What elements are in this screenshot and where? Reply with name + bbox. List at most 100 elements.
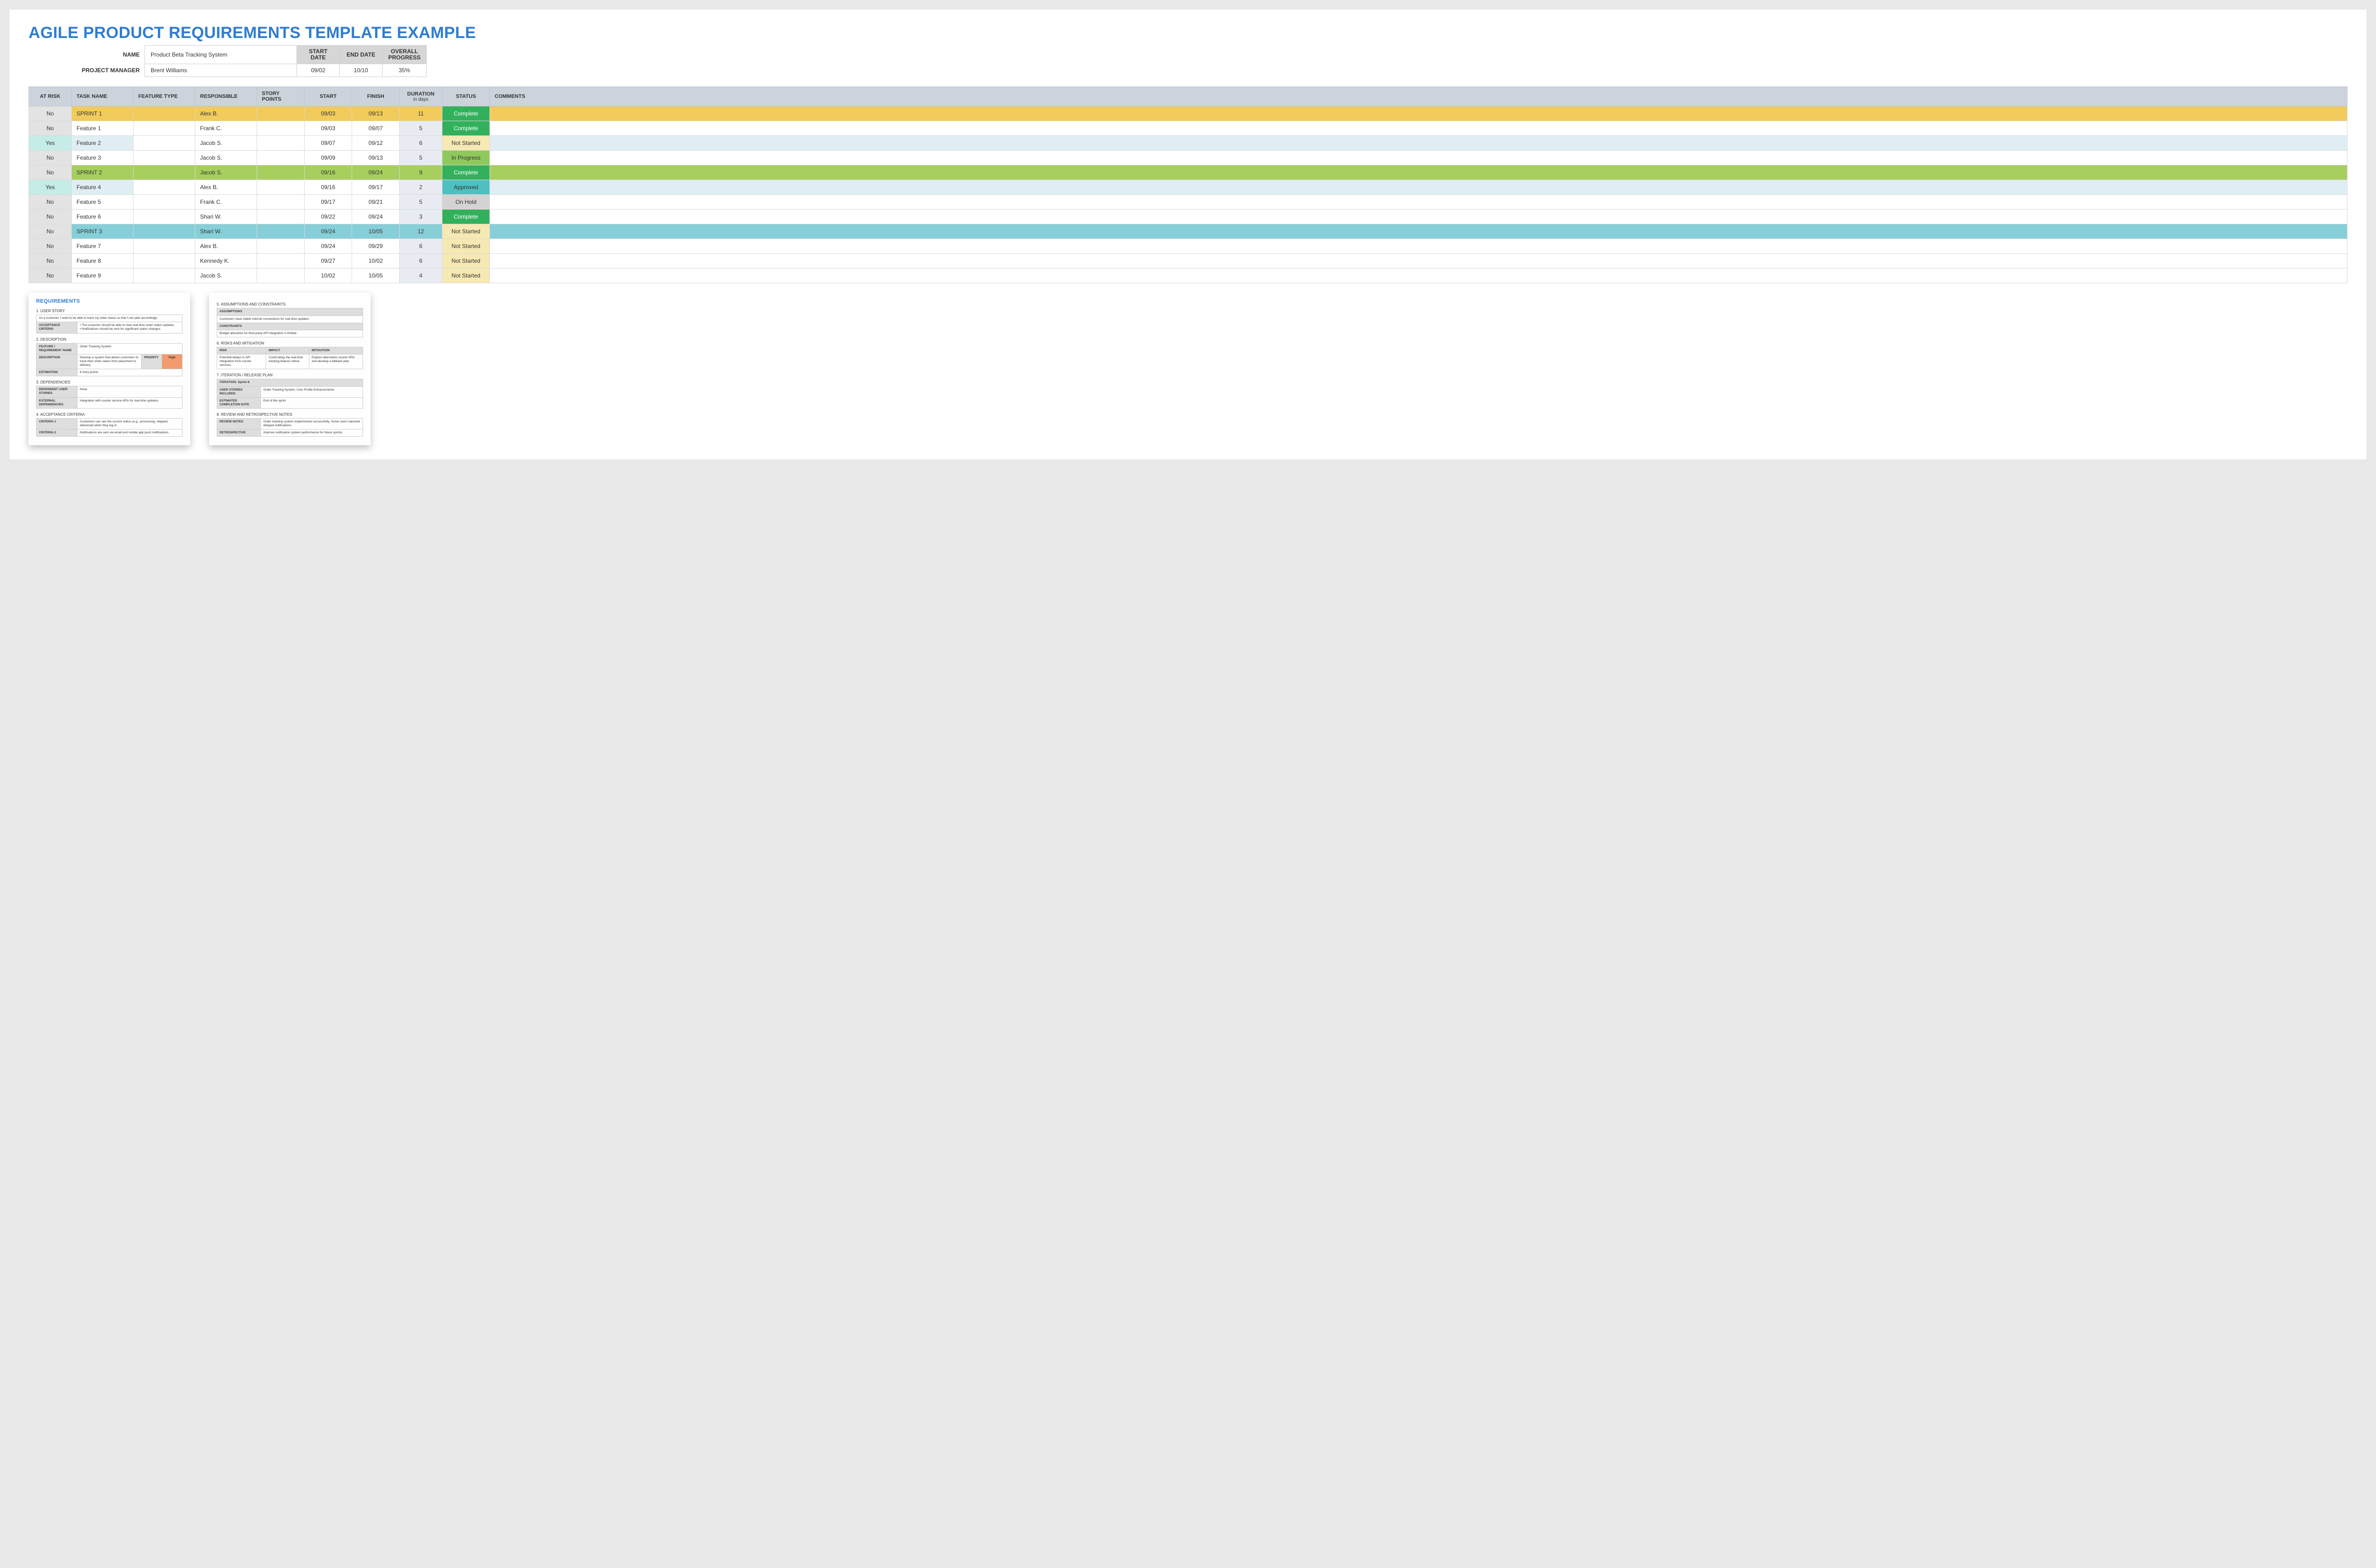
- cell-responsible: Jacob S.: [195, 136, 257, 151]
- cell-finish: 10/05: [352, 224, 400, 239]
- cell-feature: [134, 239, 195, 254]
- table-row: NoFeature 8Kennedy K.09/2710/026Not Star…: [29, 254, 2347, 268]
- cell-feature: [134, 195, 195, 210]
- cell-story: [257, 180, 305, 195]
- cell-start: 09/07: [305, 136, 352, 151]
- cell-responsible: Alex B.: [195, 239, 257, 254]
- assumptions-label: ASSUMPTIONS: [217, 308, 363, 316]
- section-dependencies: 3. DEPENDENCIES: [36, 380, 182, 385]
- col-status: STATUS: [442, 87, 490, 106]
- ext-dep-label: EXTERNAL DEPENDENCIES: [37, 397, 77, 408]
- cell-status: Complete: [442, 121, 490, 136]
- cell-comments: [490, 121, 2347, 136]
- document-page: AGILE PRODUCT REQUIREMENTS TEMPLATE EXAM…: [10, 10, 2366, 459]
- cell-risk: No: [29, 121, 72, 136]
- cell-start: 09/24: [305, 224, 352, 239]
- cell-responsible: Alex B.: [195, 180, 257, 195]
- cell-duration: 6: [400, 239, 442, 254]
- cell-feature: [134, 121, 195, 136]
- mitigation-header: MITIGATION: [309, 347, 363, 354]
- cell-risk: No: [29, 239, 72, 254]
- section-assumptions: 5. ASSUMPTIONS AND CONSTRAINTS: [217, 302, 363, 307]
- requirements-thumbnail: REQUIREMENTS 1. USER STORY As a customer…: [29, 293, 190, 445]
- table-row: NoFeature 9Jacob S.10/0210/054Not Starte…: [29, 268, 2347, 283]
- cell-responsible: Frank C.: [195, 121, 257, 136]
- cell-feature: [134, 254, 195, 268]
- table-header-row: AT RISK TASK NAME FEATURE TYPE RESPONSIB…: [29, 87, 2347, 106]
- cell-start: 09/22: [305, 210, 352, 224]
- review-text: Order tracking system implemented succes…: [261, 419, 363, 430]
- cell-status: Not Started: [442, 254, 490, 268]
- cell-risk: No: [29, 165, 72, 180]
- cell-feature: [134, 165, 195, 180]
- priority-label: PRIORITY: [142, 354, 162, 369]
- constraints-label: CONSTRAINTS: [217, 323, 363, 330]
- cell-story: [257, 268, 305, 283]
- start-date-value: 09/02: [297, 64, 340, 77]
- cell-duration: 5: [400, 151, 442, 165]
- cell-story: [257, 106, 305, 121]
- cell-start: 09/03: [305, 121, 352, 136]
- acceptance-criteria-label: ACCEPTANCE CRITERIA: [37, 322, 77, 333]
- cell-risk: Yes: [29, 180, 72, 195]
- criteria1-text: Customers can see the current status (e.…: [77, 418, 182, 429]
- retro-label: RETROSPECTIVE: [217, 430, 261, 437]
- criteria2-text: Notifications are sent via email and mob…: [77, 430, 182, 437]
- section-user-story: 1. USER STORY: [36, 309, 182, 314]
- cell-status: Not Started: [442, 224, 490, 239]
- cell-status: On Hold: [442, 195, 490, 210]
- cell-duration: 4: [400, 268, 442, 283]
- cell-finish: 09/12: [352, 136, 400, 151]
- cell-finish: 09/13: [352, 151, 400, 165]
- dep-us-text: None: [77, 386, 182, 397]
- dep-us-label: DEPENDENT USER STORIES: [37, 386, 77, 397]
- end-date-value: 10/10: [340, 64, 383, 77]
- cell-responsible: Shari W.: [195, 210, 257, 224]
- review-label: REVIEW NOTES: [217, 419, 261, 430]
- pm-label: PROJECT MANAGER: [76, 64, 145, 77]
- ecd-text: End of the sprint: [261, 397, 363, 408]
- est-label: ESTIMATION: [37, 369, 77, 376]
- cell-start: 09/09: [305, 151, 352, 165]
- col-task-name: TASK NAME: [72, 87, 134, 106]
- cell-duration: 6: [400, 254, 442, 268]
- impact-text: Could delay the real-time tracking featu…: [266, 354, 309, 369]
- cell-duration: 5: [400, 195, 442, 210]
- cell-duration: 12: [400, 224, 442, 239]
- cell-feature: [134, 268, 195, 283]
- cell-finish: 09/24: [352, 210, 400, 224]
- cell-task: Feature 6: [72, 210, 134, 224]
- overall-progress-header: OVERALL PROGRESS: [383, 46, 427, 64]
- cell-risk: No: [29, 268, 72, 283]
- cell-duration: 5: [400, 121, 442, 136]
- cell-comments: [490, 239, 2347, 254]
- cell-task: SPRINT 1: [72, 106, 134, 121]
- table-row: NoFeature 5Frank C.09/1709/215On Hold: [29, 195, 2347, 210]
- cell-task: SPRINT 3: [72, 224, 134, 239]
- cell-task: Feature 7: [72, 239, 134, 254]
- cell-risk: No: [29, 151, 72, 165]
- cell-risk: No: [29, 254, 72, 268]
- tasks-table: AT RISK TASK NAME FEATURE TYPE RESPONSIB…: [29, 86, 2347, 283]
- page-title: AGILE PRODUCT REQUIREMENTS TEMPLATE EXAM…: [29, 24, 2347, 42]
- section-review: 8. REVIEW AND RETROSPECTIVE NOTES: [217, 412, 363, 417]
- frn-text: Order Tracking System: [77, 343, 182, 354]
- table-row: NoSPRINT 3Shari W.09/2410/0512Not Starte…: [29, 224, 2347, 239]
- col-story-points: STORY POINTS: [257, 87, 305, 106]
- table-row: NoFeature 1Frank C.09/0309/075Complete: [29, 121, 2347, 136]
- cell-finish: 09/17: [352, 180, 400, 195]
- impact-header: IMPACT: [266, 347, 309, 354]
- summary-table: NAME Product Beta Tracking System START …: [76, 45, 427, 77]
- thumbnail-row: REQUIREMENTS 1. USER STORY As a customer…: [29, 293, 2347, 445]
- cell-start: 09/16: [305, 180, 352, 195]
- cell-comments: [490, 224, 2347, 239]
- section-iteration: 7. ITERATION / RELEASE PLAN: [217, 373, 363, 378]
- mitigation-text: Explore alternative courier APIs and dev…: [309, 354, 363, 369]
- cell-risk: No: [29, 224, 72, 239]
- cell-feature: [134, 136, 195, 151]
- cell-comments: [490, 136, 2347, 151]
- table-row: NoSPRINT 2Jacob S.09/1609/249Complete: [29, 165, 2347, 180]
- ecd-label: ESTIMATED COMPLETION DATE: [217, 397, 261, 408]
- cell-responsible: Frank C.: [195, 195, 257, 210]
- cell-feature: [134, 180, 195, 195]
